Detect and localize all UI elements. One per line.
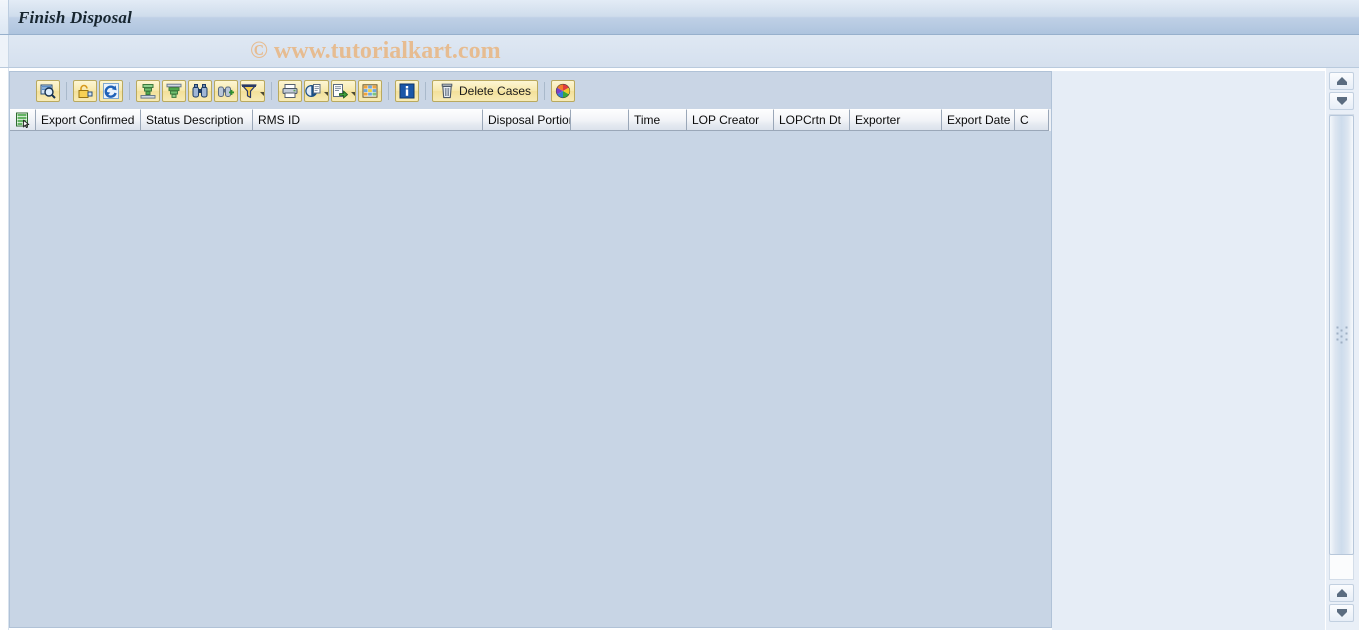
sub-header-left-edge	[0, 35, 9, 67]
vertical-scrollbar[interactable]	[1326, 68, 1359, 630]
content-left-rail	[0, 68, 9, 630]
page-title: Finish Disposal	[18, 8, 133, 27]
refresh-button[interactable]	[99, 79, 123, 102]
column-header-label: Exporter	[855, 112, 901, 127]
scroll-up-icon[interactable]	[1329, 72, 1354, 90]
spreadsheet-button[interactable]	[358, 79, 382, 102]
right-panel-top-divider	[1052, 68, 1325, 71]
color-wheel-icon	[555, 83, 571, 99]
sort-ascending-button[interactable]	[136, 79, 160, 102]
trash-delete-icon	[439, 83, 455, 99]
spreadsheet-grid-icon	[362, 83, 378, 99]
sort-descending-button[interactable]	[162, 79, 186, 102]
delete-cases-button[interactable]: Delete Cases	[432, 79, 539, 102]
layout-settings-button-dropdown-arrow-icon[interactable]	[324, 91, 328, 96]
column-header[interactable]: LOPCrtn Dt	[774, 109, 850, 131]
column-header[interactable]: Export Confirmed	[36, 109, 141, 131]
window-title-bar: Finish Disposal	[0, 0, 1359, 35]
select-all-grid-icon-glyph	[15, 112, 29, 128]
column-header-label: LOPCrtn Dt	[779, 112, 842, 127]
column-header[interactable]: Exporter	[850, 109, 942, 131]
scroll-down-icon-bottom-glyph	[1336, 612, 1347, 617]
scroll-up-icon-base	[1336, 82, 1347, 85]
select-all-grid-icon[interactable]	[10, 109, 36, 131]
column-header[interactable]: Status Description	[141, 109, 253, 131]
export-arrow-icon	[332, 83, 348, 99]
column-header[interactable]: RMS ID	[253, 109, 483, 131]
toolbar-separator	[271, 81, 272, 100]
filter-button-dropdown-arrow-icon[interactable]	[260, 91, 264, 96]
info-button[interactable]	[395, 79, 419, 102]
magnifier-detail-icon	[40, 83, 56, 99]
column-header-label: Status Description	[146, 112, 244, 127]
grid-column-header-row: Export Confirmed Status Description RMS ID…	[10, 109, 1051, 131]
column-header[interactable]: Time	[629, 109, 687, 131]
information-icon	[399, 83, 415, 99]
content-area: Delete Cases Export Confirmed Status Des…	[0, 68, 1359, 630]
find-next-button[interactable]	[214, 79, 238, 102]
column-header[interactable]: Export Date	[942, 109, 1015, 131]
find-button[interactable]	[188, 79, 212, 102]
scroll-down-icon[interactable]	[1329, 92, 1354, 110]
scroll-up-icon-bottom[interactable]	[1329, 584, 1354, 602]
right-side-panel	[1052, 68, 1325, 630]
display-change-button[interactable]	[73, 79, 97, 102]
scroll-down-icon-bottom[interactable]	[1329, 604, 1354, 622]
export-button[interactable]	[331, 79, 356, 102]
grid-data-area[interactable]	[10, 131, 1051, 627]
binoculars-find-icon	[192, 83, 208, 99]
sub-header-band	[0, 35, 1359, 68]
sort-ascending-icon	[140, 83, 156, 99]
detail-button[interactable]	[36, 79, 60, 102]
alv-grid-panel: Delete Cases Export Confirmed Status Des…	[9, 71, 1052, 628]
column-header[interactable]: C	[1015, 109, 1049, 131]
column-header-label: Disposal Portion	[488, 112, 571, 127]
layout-settings-button[interactable]	[304, 79, 329, 102]
toolbar-separator	[425, 81, 426, 100]
print-button[interactable]	[278, 79, 302, 102]
export-button-dropdown-arrow-icon[interactable]	[351, 91, 355, 96]
toolbar-separator	[66, 81, 67, 100]
delete-cases-button-label: Delete Cases	[459, 83, 532, 98]
column-header-label: Export Date	[947, 112, 1011, 127]
alv-toolbar: Delete Cases	[10, 72, 1051, 109]
column-header-label: Export Confirmed	[41, 112, 135, 127]
scrollbar-thumb[interactable]	[1329, 115, 1354, 555]
watermark-text: © www.tutorialkart.com	[250, 38, 501, 64]
filter-button[interactable]	[240, 79, 265, 102]
column-header[interactable]: LOP Creator	[687, 109, 774, 131]
column-header-label: RMS ID	[258, 112, 300, 127]
title-bar-left-edge	[0, 0, 9, 34]
lock-display-change-icon	[77, 83, 93, 99]
toolbar-separator	[129, 81, 130, 100]
scroll-down-icon-glyph	[1336, 100, 1347, 105]
column-header[interactable]: Disposal Portion	[483, 109, 571, 131]
layout-settings-icon	[305, 83, 321, 99]
color-legend-button[interactable]	[551, 79, 576, 102]
funnel-filter-icon	[241, 83, 257, 99]
sap-alv-window: Finish Disposal © www.tutorialkart.com D…	[0, 0, 1359, 630]
scrollbar-grip	[1336, 326, 1347, 344]
column-header-label: C	[1020, 112, 1029, 127]
column-header[interactable]	[571, 109, 629, 131]
toolbar-separator	[388, 81, 389, 100]
column-header-label: Time	[634, 112, 661, 127]
sort-descending-icon	[166, 83, 182, 99]
scroll-up-icon-bottom-base	[1336, 594, 1347, 597]
printer-icon	[282, 83, 298, 99]
toolbar-separator	[544, 81, 546, 100]
column-header-label: LOP Creator	[692, 112, 760, 127]
refresh-icon	[103, 82, 119, 99]
binoculars-find-next-icon	[218, 83, 234, 99]
